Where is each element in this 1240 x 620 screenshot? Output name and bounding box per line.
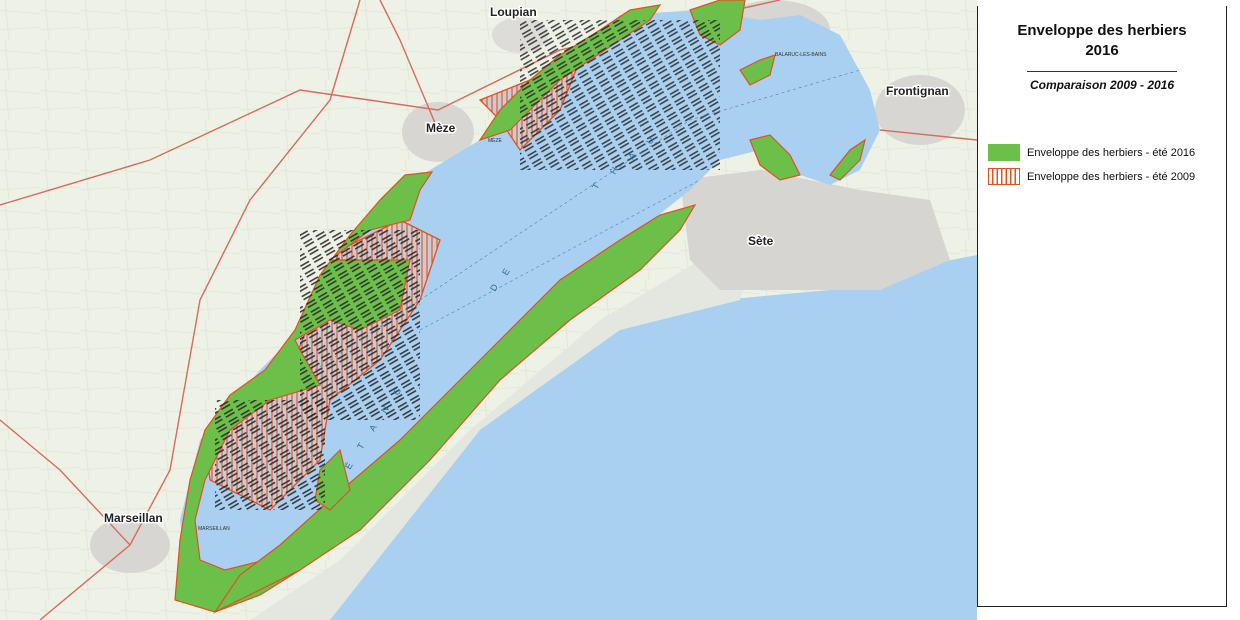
legend-divider (1027, 71, 1177, 72)
legend-label-2016: Enveloppe des herbiers - été 2016 (1027, 146, 1196, 159)
legend-swatch-2009 (988, 168, 1020, 185)
small-label-marseillan: MARSEILLAN (198, 526, 230, 532)
legend-title-line2: 2016 (1085, 42, 1119, 59)
small-label-meze: MÈZE (488, 137, 503, 144)
legend-item-2016: Enveloppe des herbiers - été 2016 (988, 144, 1195, 161)
map-canvas: É T A N G D E T H A U BALARUC-LES-BAINS … (0, 0, 977, 620)
small-label-balaruc: BALARUC-LES-BAINS (775, 52, 827, 58)
legend-title: Enveloppe des herbiers 2016 (978, 21, 1226, 61)
legend-item-2009: Enveloppe des herbiers - été 2009 (988, 168, 1195, 185)
legend-label-2009: Enveloppe des herbiers - été 2009 (1027, 170, 1196, 183)
legend-subtitle: Comparaison 2009 - 2016 (1029, 78, 1175, 92)
town-meze: Mèze (426, 121, 456, 135)
town-loupian: Loupian (490, 5, 537, 19)
legend-bottom-rule (977, 606, 1227, 607)
legend-swatch-2016 (988, 144, 1020, 161)
legend-panel: Enveloppe des herbiers 2016 Comparaison … (977, 6, 1227, 606)
town-frontignan: Frontignan (886, 84, 949, 98)
town-marseillan: Marseillan (104, 511, 163, 525)
legend-title-line1: Enveloppe des herbiers (1017, 22, 1187, 39)
town-sete: Sète (748, 234, 774, 248)
